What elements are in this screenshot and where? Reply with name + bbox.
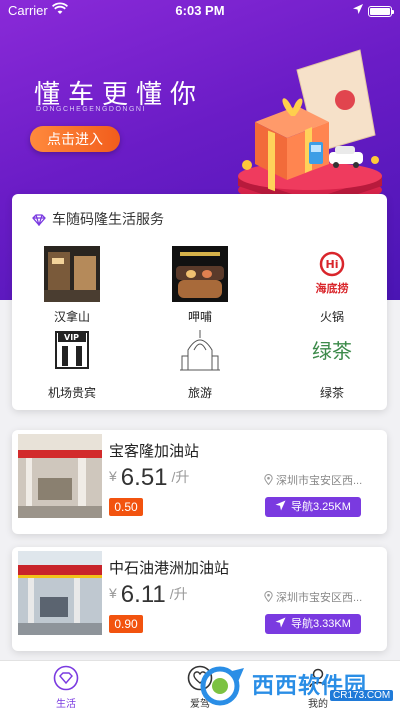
address-text: 深圳市宝安区西... (276, 592, 363, 604)
hotpot-photo-icon (172, 246, 228, 302)
navigate-button[interactable]: 导航3.25KM (265, 497, 361, 517)
discount-badge: 0.50 (109, 498, 143, 516)
tab-life[interactable]: 生活 (26, 665, 106, 710)
navigation-arrow-icon (275, 617, 286, 628)
watermark-url: CR173.COM (330, 690, 394, 701)
location-arrow-icon (353, 4, 363, 14)
navigate-label: 导航3.33KM (291, 618, 351, 630)
enter-button[interactable]: 点击进入 (30, 126, 120, 152)
fuel-price: 6.11 (120, 581, 166, 608)
location-pin-icon (264, 474, 273, 486)
service-item-hannashan[interactable]: 汉拿山 (17, 246, 127, 325)
tab-label: 生活 (56, 699, 76, 710)
gas-station-photo (18, 551, 102, 635)
station-address: 深圳市宝安区西... (264, 472, 362, 488)
price-unit: /升 (169, 586, 188, 602)
services-title: 车随码隆生活服务 (32, 209, 164, 229)
watermark-logo-icon (200, 666, 244, 706)
cathedral-sketch-icon (172, 322, 228, 378)
status-time: 6:03 PM (175, 3, 225, 18)
lvcha-logo-text: 绿茶 (312, 339, 352, 363)
fuel-price: 6.51 (120, 464, 168, 491)
station-name: 中石油港洲加油站 (109, 560, 230, 577)
service-item-xiabu[interactable]: 呷哺 (145, 246, 255, 325)
vip-logo-text: VIP (64, 333, 79, 342)
discount-badge: 0.90 (109, 615, 143, 633)
svg-text:Hi: Hi (326, 258, 339, 271)
haidilao-logo-text: 海底捞 (316, 281, 349, 295)
site-watermark: 西西软件园 CR173.COM (198, 666, 394, 706)
service-label: 旅游 (187, 386, 212, 400)
currency-symbol: ¥ (109, 468, 117, 484)
service-item-hotpot[interactable]: Hi 海底捞 火锅 (277, 246, 387, 325)
gas-station-card[interactable]: 宝客隆加油站 ¥6.51/升 0.50 深圳市宝安区西... 导航3.25KM (12, 430, 387, 534)
vip-lounge-logo-icon: VIP (44, 322, 100, 378)
diamond-heart-icon (53, 665, 79, 691)
location-pin-icon (264, 591, 273, 603)
service-item-airport-vip[interactable]: VIP 机场贵宾 (17, 322, 127, 401)
services-title-text: 车随码隆生活服务 (52, 211, 164, 227)
currency-symbol: ¥ (109, 585, 117, 601)
life-services-card: 车随码隆生活服务 汉拿山 呷哺 Hi 海底捞 火锅 VIP 机场贵宾 旅游 绿茶… (12, 194, 387, 410)
service-item-travel[interactable]: 旅游 (145, 322, 255, 401)
navigate-button[interactable]: 导航3.33KM (265, 614, 361, 634)
diamond-icon (32, 214, 46, 226)
restaurant-photo-icon (44, 246, 100, 302)
price-row: ¥6.51/升 (109, 464, 189, 492)
service-label: 机场贵宾 (47, 386, 96, 400)
station-name: 宝客隆加油站 (109, 443, 200, 460)
battery-icon (368, 6, 394, 17)
price-unit: /升 (171, 469, 190, 485)
navigation-arrow-icon (275, 500, 286, 511)
banner-subtitle: DONGCHEGENGDONGNI (36, 106, 146, 113)
service-item-green-tea[interactable]: 绿茶 绿茶 (277, 322, 387, 401)
service-label: 绿茶 (319, 386, 344, 400)
haidilao-logo-icon: Hi 海底捞 (304, 246, 360, 302)
price-row: ¥6.11/升 (109, 581, 188, 609)
gas-station-photo (18, 434, 102, 518)
gas-station-card[interactable]: 中石油港洲加油站 ¥6.11/升 0.90 深圳市宝安区西... 导航3.33K… (12, 547, 387, 651)
lvcha-logo-icon: 绿茶 (304, 322, 360, 378)
station-address: 深圳市宝安区西... (264, 589, 362, 605)
navigate-label: 导航3.25KM (291, 501, 351, 513)
address-text: 深圳市宝安区西... (276, 475, 363, 487)
status-bar: Carrier 6:03 PM (0, 0, 400, 22)
gift-box-illustration (238, 49, 382, 210)
